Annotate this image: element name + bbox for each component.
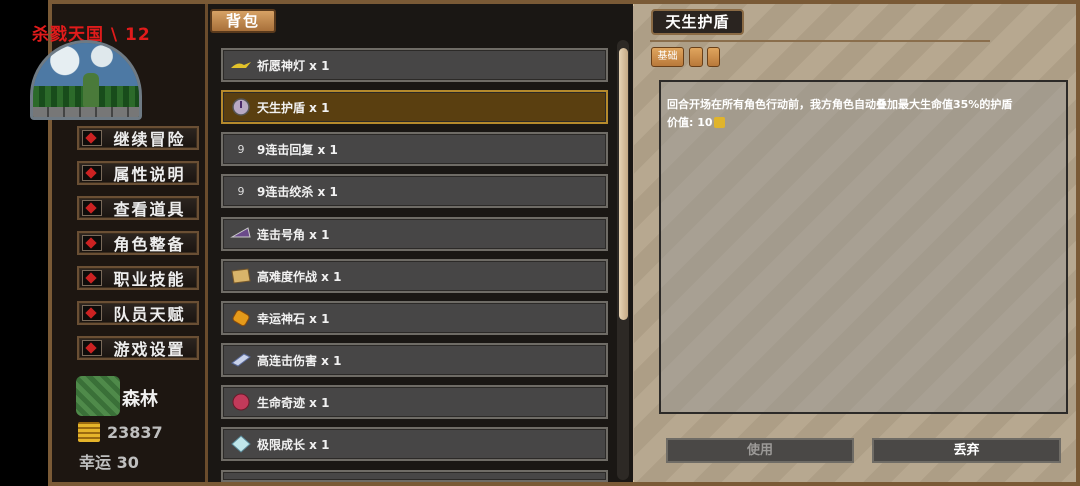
inventory-item[interactable]: 高难度作战 x 1 [221,259,608,293]
scroll-map-icon [229,266,253,286]
gold-amount: 23837 [107,423,163,442]
game-settings-button[interactable]: 游戏设置 [77,336,199,360]
stage-emblem [30,40,142,120]
item-tag-slot [689,47,703,67]
inventory-item[interactable]: 天生护盾 x 1 [221,90,608,124]
luck-stat: 幸运 30 [79,453,139,472]
region-name: 森林 [122,389,158,410]
horn-icon [229,224,253,244]
item-value: 价值: 10 [667,116,713,129]
inventory-item[interactable]: 9 9连击绞杀 x 1 [221,174,608,208]
forest-icon [76,376,120,416]
lucky-stone-icon [229,308,253,328]
inventory-item[interactable]: 连击号角 x 1 [221,217,608,251]
gold-coin-icon [713,116,725,128]
menu-icon [82,130,102,146]
class-skills-button[interactable]: 职业技能 [77,266,199,290]
inventory-item[interactable]: 幸运神石 x 1 [221,301,608,335]
gold-coins-icon [78,422,100,442]
item-description: 回合开场在所有角色行动前，我方角色自动叠加最大生命值35%的护盾 [667,98,1013,111]
combo-nine-icon: 9 [237,142,245,156]
item-detail-title: 天生护盾 [651,9,744,35]
crystal-shard-icon [229,350,253,370]
divider [650,40,990,42]
menu-icon [82,200,102,216]
menu-icon [82,235,102,251]
team-talents-button[interactable]: 队员天赋 [77,301,199,325]
menu-icon [82,165,102,181]
discard-button[interactable]: 丢弃 [872,438,1061,463]
item-value-row: 价值: 10 [667,114,1060,130]
scrollbar-thumb[interactable] [619,48,628,320]
continue-adventure-button[interactable]: 继续冒险 [77,126,199,150]
inventory-item[interactable]: 生命奇迹 x 1 [221,385,608,419]
shield-orb-icon [229,97,253,117]
tab-backpack[interactable]: 背包 [210,9,276,33]
lamp-icon [229,55,253,75]
diamond-icon [229,434,253,454]
item-tag-basic: 基础 [651,47,684,67]
item-description-box: 回合开场在所有角色行动前，我方角色自动叠加最大生命值35%的护盾 价值: 10 [659,80,1068,414]
view-items-button[interactable]: 查看道具 [77,196,199,220]
menu-icon [82,340,102,356]
inventory-item-partial[interactable] [221,470,608,482]
hero-sprite [83,73,99,107]
combo-nine-icon: 9 [237,184,245,198]
character-prep-button[interactable]: 角色整备 [77,231,199,255]
item-tag-slot [707,47,720,67]
life-orb-icon [229,392,253,412]
attribute-info-button[interactable]: 属性说明 [77,161,199,185]
menu-icon [82,305,102,321]
inventory-item[interactable]: 高连击伤害 x 1 [221,343,608,377]
use-button[interactable]: 使用 [666,438,854,463]
inventory-item[interactable]: 9 9连击回复 x 1 [221,132,608,166]
menu-icon [82,270,102,286]
inventory-item[interactable]: 祈愿神灯 x 1 [221,48,608,82]
inventory-item[interactable]: 极限成长 x 1 [221,427,608,461]
